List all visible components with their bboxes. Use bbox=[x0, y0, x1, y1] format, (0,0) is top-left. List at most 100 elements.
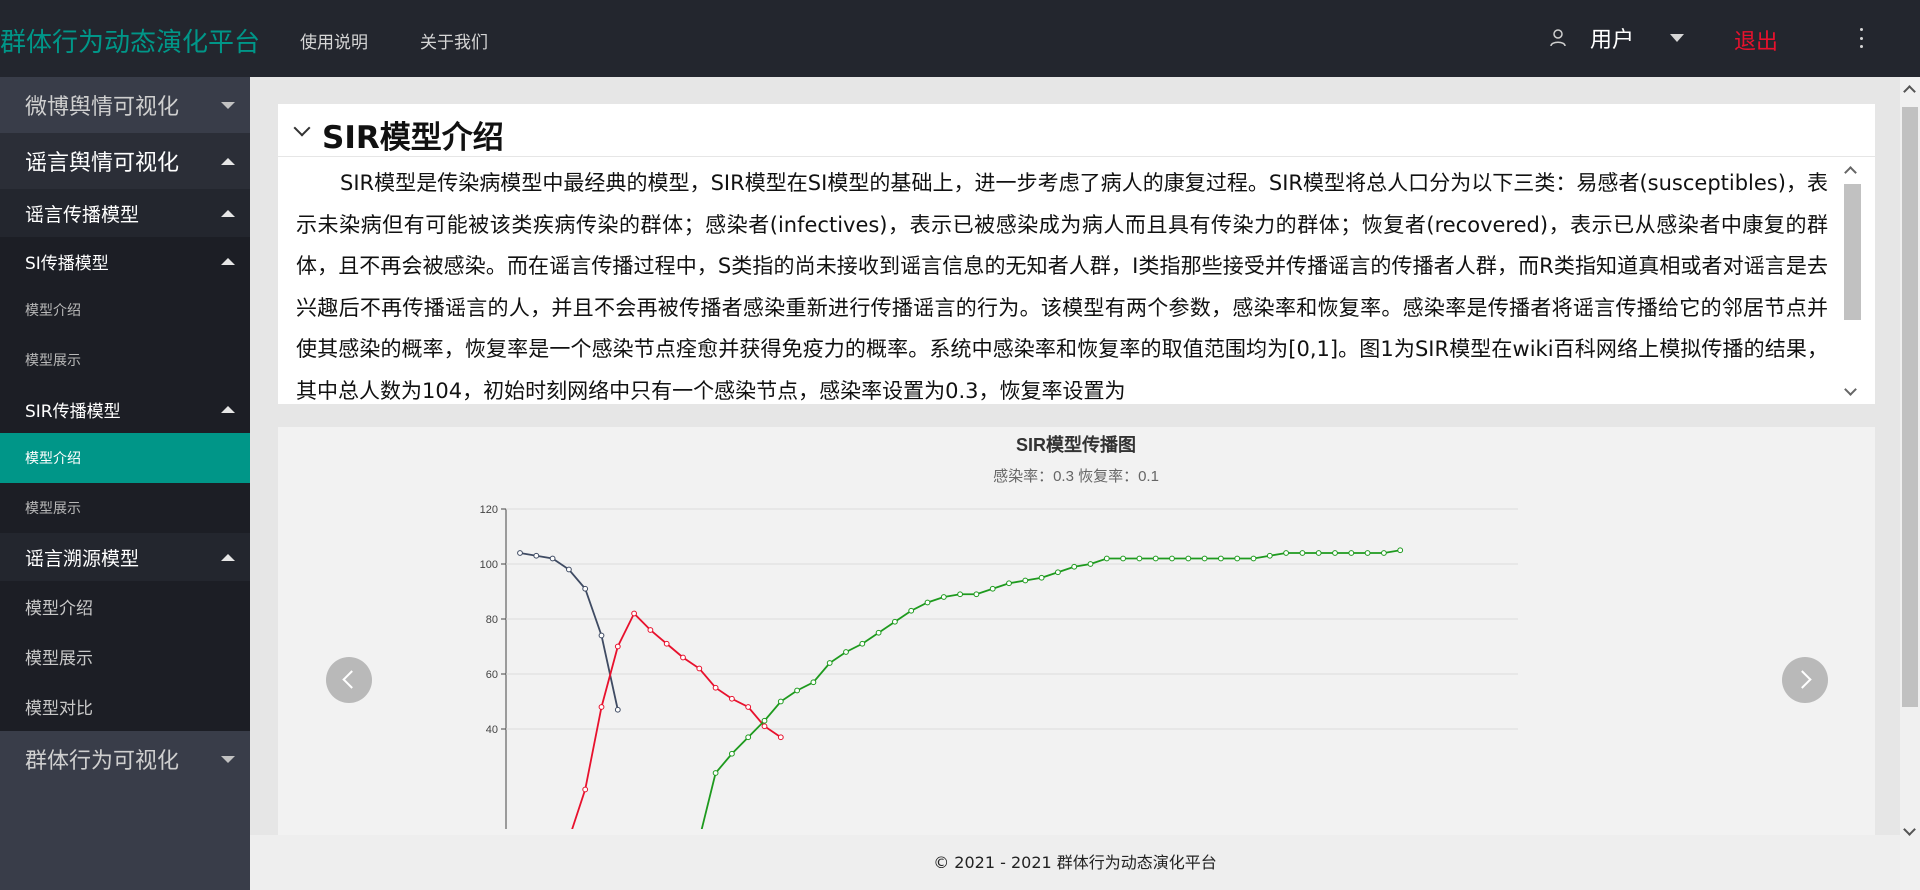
data-point[interactable] bbox=[729, 750, 735, 757]
data-point[interactable] bbox=[1071, 563, 1078, 570]
sidebar-item-trace-model[interactable]: 谣言溯源模型 bbox=[0, 533, 250, 581]
data-point[interactable] bbox=[598, 632, 605, 639]
data-point[interactable] bbox=[517, 550, 523, 556]
sidebar-item-sir-show[interactable]: 模型展示 bbox=[0, 483, 250, 533]
carousel-next-button[interactable] bbox=[1782, 657, 1828, 703]
data-point[interactable] bbox=[989, 585, 996, 592]
sidebar-item-weibo[interactable]: 微博舆情可视化 bbox=[0, 77, 250, 133]
sidebar-item-si-intro[interactable]: 模型介绍 bbox=[0, 285, 250, 335]
data-point[interactable] bbox=[696, 665, 703, 672]
sidebar-item-si-model[interactable]: SI传播模型 bbox=[0, 237, 250, 285]
data-point[interactable] bbox=[777, 698, 784, 705]
data-point[interactable] bbox=[1266, 552, 1273, 559]
data-point[interactable] bbox=[1332, 550, 1338, 556]
page-scrollbar[interactable] bbox=[1900, 77, 1920, 890]
scroll-up-icon[interactable] bbox=[1844, 166, 1857, 179]
data-point[interactable] bbox=[614, 643, 621, 650]
data-point[interactable] bbox=[598, 704, 605, 710]
sidebar-item-spread-model[interactable]: 谣言传播模型 bbox=[0, 189, 250, 237]
logout-button[interactable]: 退出 bbox=[1734, 24, 1778, 56]
data-point[interactable] bbox=[582, 786, 589, 793]
data-point[interactable] bbox=[957, 591, 963, 598]
data-point[interactable] bbox=[582, 585, 589, 592]
sidebar-item-rumor[interactable]: 谣言舆情可视化 bbox=[0, 133, 250, 189]
data-point[interactable] bbox=[729, 695, 735, 702]
data-point[interactable] bbox=[761, 723, 768, 730]
data-point[interactable] bbox=[794, 687, 800, 694]
data-point[interactable] bbox=[1348, 550, 1355, 556]
data-point[interactable] bbox=[712, 770, 719, 776]
data-point[interactable] bbox=[1381, 550, 1387, 556]
data-point[interactable] bbox=[1055, 569, 1061, 576]
scroll-up-icon[interactable] bbox=[1903, 85, 1916, 98]
data-point[interactable] bbox=[924, 599, 931, 606]
data-point[interactable] bbox=[1136, 555, 1143, 562]
sidebar-item-trace-compare[interactable]: 模型对比 bbox=[0, 681, 250, 731]
chevron-down-icon[interactable] bbox=[1670, 34, 1685, 42]
data-point[interactable] bbox=[549, 555, 556, 562]
data-point[interactable] bbox=[1299, 550, 1306, 556]
data-point[interactable] bbox=[1169, 555, 1175, 562]
more-vertical-icon[interactable] bbox=[1858, 28, 1864, 48]
data-point[interactable] bbox=[1038, 574, 1045, 581]
sidebar-item-sir-model[interactable]: SIR传播模型 bbox=[0, 385, 250, 433]
sidebar-item-sir-intro[interactable]: 模型介绍 bbox=[0, 433, 250, 483]
data-point[interactable] bbox=[1234, 555, 1241, 562]
nav-about-link[interactable]: 关于我们 bbox=[420, 28, 488, 53]
data-point[interactable] bbox=[1152, 555, 1159, 562]
carousel-prev-button[interactable] bbox=[326, 657, 372, 703]
scroll-thumb[interactable] bbox=[1844, 184, 1861, 320]
data-point[interactable] bbox=[614, 706, 621, 713]
scroll-down-icon[interactable] bbox=[1844, 383, 1857, 396]
scroll-down-icon[interactable] bbox=[1903, 823, 1916, 836]
sidebar-item-trace-show[interactable]: 模型展示 bbox=[0, 631, 250, 681]
data-point[interactable] bbox=[1087, 561, 1094, 567]
data-point[interactable] bbox=[908, 607, 915, 614]
data-point[interactable] bbox=[745, 704, 752, 710]
data-point[interactable] bbox=[777, 734, 784, 741]
data-point[interactable] bbox=[1006, 580, 1012, 587]
chevron-left-icon bbox=[342, 670, 361, 689]
data-point[interactable] bbox=[680, 654, 686, 661]
data-point[interactable] bbox=[1364, 550, 1371, 556]
data-point[interactable] bbox=[761, 717, 768, 724]
data-point[interactable] bbox=[875, 629, 882, 636]
chevron-down-icon[interactable] bbox=[293, 119, 311, 137]
intro-panel-header[interactable]: SIR模型介绍 bbox=[278, 104, 1875, 157]
sidebar-item-label: SI传播模型 bbox=[25, 253, 109, 274]
sidebar-item-trace-intro[interactable]: 模型介绍 bbox=[0, 581, 250, 631]
data-point[interactable] bbox=[1283, 550, 1289, 556]
sidebar-item-si-show[interactable]: 模型展示 bbox=[0, 335, 250, 385]
data-point[interactable] bbox=[712, 684, 719, 691]
data-point[interactable] bbox=[810, 679, 817, 686]
data-point[interactable] bbox=[1185, 555, 1192, 562]
scroll-thumb[interactable] bbox=[1902, 107, 1918, 707]
sidebar-item-label: 模型对比 bbox=[25, 698, 93, 719]
data-point[interactable] bbox=[843, 649, 849, 655]
user-menu[interactable]: 用户 bbox=[1548, 22, 1685, 54]
data-point[interactable] bbox=[533, 552, 540, 559]
data-point[interactable] bbox=[940, 594, 947, 600]
data-point[interactable] bbox=[663, 640, 670, 647]
intro-scrollbar[interactable] bbox=[1843, 158, 1863, 404]
nav-usage-link[interactable]: 使用说明 bbox=[300, 28, 368, 53]
data-point[interactable] bbox=[647, 627, 654, 633]
data-point[interactable] bbox=[1218, 555, 1224, 562]
sidebar-item-group[interactable]: 群体行为可视化 bbox=[0, 731, 250, 787]
data-point[interactable] bbox=[1250, 555, 1257, 562]
data-point[interactable] bbox=[631, 610, 638, 617]
chevron-up-icon bbox=[221, 405, 235, 413]
data-point[interactable] bbox=[1120, 555, 1126, 562]
data-point[interactable] bbox=[566, 566, 572, 573]
data-point[interactable] bbox=[1315, 550, 1322, 556]
data-point[interactable] bbox=[745, 734, 752, 741]
app-title[interactable]: 群体行为动态演化平台 bbox=[0, 22, 260, 59]
data-point[interactable] bbox=[859, 640, 866, 647]
data-point[interactable] bbox=[1201, 555, 1208, 562]
data-point[interactable] bbox=[973, 591, 980, 598]
data-point[interactable] bbox=[1022, 577, 1029, 584]
data-point[interactable] bbox=[1103, 555, 1110, 562]
data-point[interactable] bbox=[892, 618, 898, 625]
data-point[interactable] bbox=[826, 660, 833, 666]
data-point[interactable] bbox=[1397, 547, 1404, 554]
